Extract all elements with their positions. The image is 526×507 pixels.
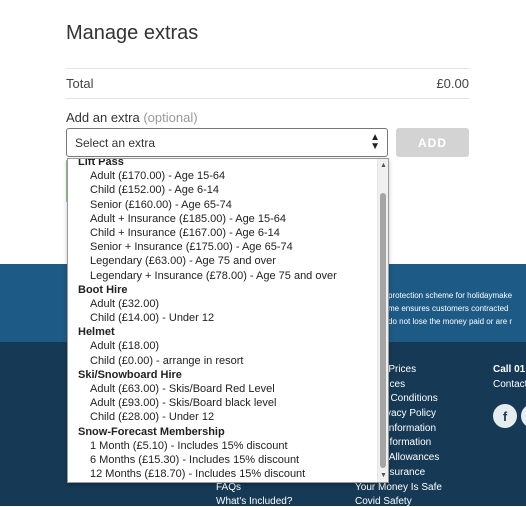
scroll-thumb[interactable] <box>380 193 386 468</box>
contact-link[interactable]: Contact <box>493 379 526 390</box>
extra-select[interactable]: Select an extra ▲ ▼ <box>66 128 388 157</box>
optgroup-label: Helmet <box>78 326 115 339</box>
protection-text: do not lose the money paid or are r <box>388 317 513 326</box>
footer-link[interactable]: Your Money Is Safe <box>355 482 442 493</box>
call-label: Call 01 <box>493 364 526 375</box>
footer-link[interactable]: FAQs <box>216 482 241 493</box>
scroll-down-icon[interactable]: ▼ <box>379 472 388 479</box>
option-item[interactable]: Legendary + Insurance (£78.00) - Age 75 … <box>68 269 378 283</box>
option-item[interactable]: Legendary (£63.00) - Age 75 and over <box>68 254 378 268</box>
option-item[interactable]: Child (£28.00) - Under 12 <box>68 410 378 424</box>
select-arrows-icon: ▲ ▼ <box>370 132 380 152</box>
protection-text: me ensures customers contracted <box>388 304 509 313</box>
optgroup-label: Ski/Snowboard Hire <box>78 368 182 381</box>
optgroup-label: Boot Hire <box>78 283 128 296</box>
footer-link[interactable]: nsurance <box>384 467 425 478</box>
add-extra-label: Add an extra (optional) <box>66 110 198 125</box>
optgroup-label: Lift Pass <box>78 158 124 168</box>
footer-link[interactable]: l Information <box>381 423 436 434</box>
extras-dropdown-list[interactable]: Lift Pass Adult (£170.00) - Age 15-64 Chil… <box>67 158 389 483</box>
option-item[interactable]: Adult (£18.00) <box>68 339 378 353</box>
option-item[interactable]: Adult (£93.00) - Skis/Board black level <box>68 396 378 410</box>
option-item[interactable]: Senior (£160.00) - Age 65-74 <box>68 198 378 212</box>
footer-link[interactable]: & Conditions <box>381 393 438 404</box>
facebook-icon[interactable]: f <box>493 404 517 428</box>
option-item[interactable]: Adult (£63.00) - Skis/Board Red Level <box>68 382 378 396</box>
option-item[interactable]: Child (£152.00) - Age 6-14 <box>68 183 378 197</box>
footer-link[interactable]: What's Included? <box>216 496 292 507</box>
option-item[interactable]: 6 Months (£15.30) - Includes 15% discoun… <box>68 453 378 467</box>
total-value: £0.00 <box>436 76 469 91</box>
option-item[interactable]: Child (£14.00) - Under 12 <box>68 311 378 325</box>
extra-select-value: Select an extra <box>75 136 156 150</box>
option-item[interactable]: Senior + Insurance (£175.00) - Age 65-74 <box>68 240 378 254</box>
scrollbar[interactable]: ▲ ▼ <box>377 159 388 482</box>
optgroup-label: Snow-Forecast Membership <box>78 425 225 438</box>
divider <box>66 98 469 99</box>
add-button[interactable]: ADD <box>396 128 469 157</box>
scroll-up-icon[interactable]: ▲ <box>379 162 388 169</box>
option-item[interactable]: 12 Months (£18.70) - Includes 15% discou… <box>68 467 378 481</box>
option-item[interactable]: Child (£0.00) - arrange in resort <box>68 354 378 368</box>
footer-link[interactable]: vacy Policy <box>386 408 436 419</box>
footer-link[interactable]: e Allowances <box>381 452 439 463</box>
optional-text: (optional) <box>143 110 198 125</box>
option-item[interactable]: Adult (£170.00) - Age 15-64 <box>68 169 378 183</box>
option-item[interactable]: 1 Month (£5.10) - Includes 15% discount <box>68 439 378 453</box>
option-item[interactable]: Adult (£32.00) <box>68 297 378 311</box>
footer-link[interactable]: nformation <box>384 437 431 448</box>
footer-link[interactable]: Covid Safety <box>355 496 412 507</box>
add-extra-label-text: Add an extra <box>66 110 140 125</box>
page-title: Manage extras <box>66 22 199 44</box>
divider <box>66 68 469 69</box>
option-item[interactable]: Adult + Insurance (£185.00) - Age 15-64 <box>68 212 378 226</box>
dropdown-options: Lift Pass Adult (£170.00) - Age 15-64 Chil… <box>68 158 378 481</box>
protection-text: protection scheme for holidaymake <box>388 291 513 300</box>
total-label: Total <box>66 76 94 91</box>
option-item[interactable]: Child + Insurance (£167.00) - Age 6-14 <box>68 226 378 240</box>
